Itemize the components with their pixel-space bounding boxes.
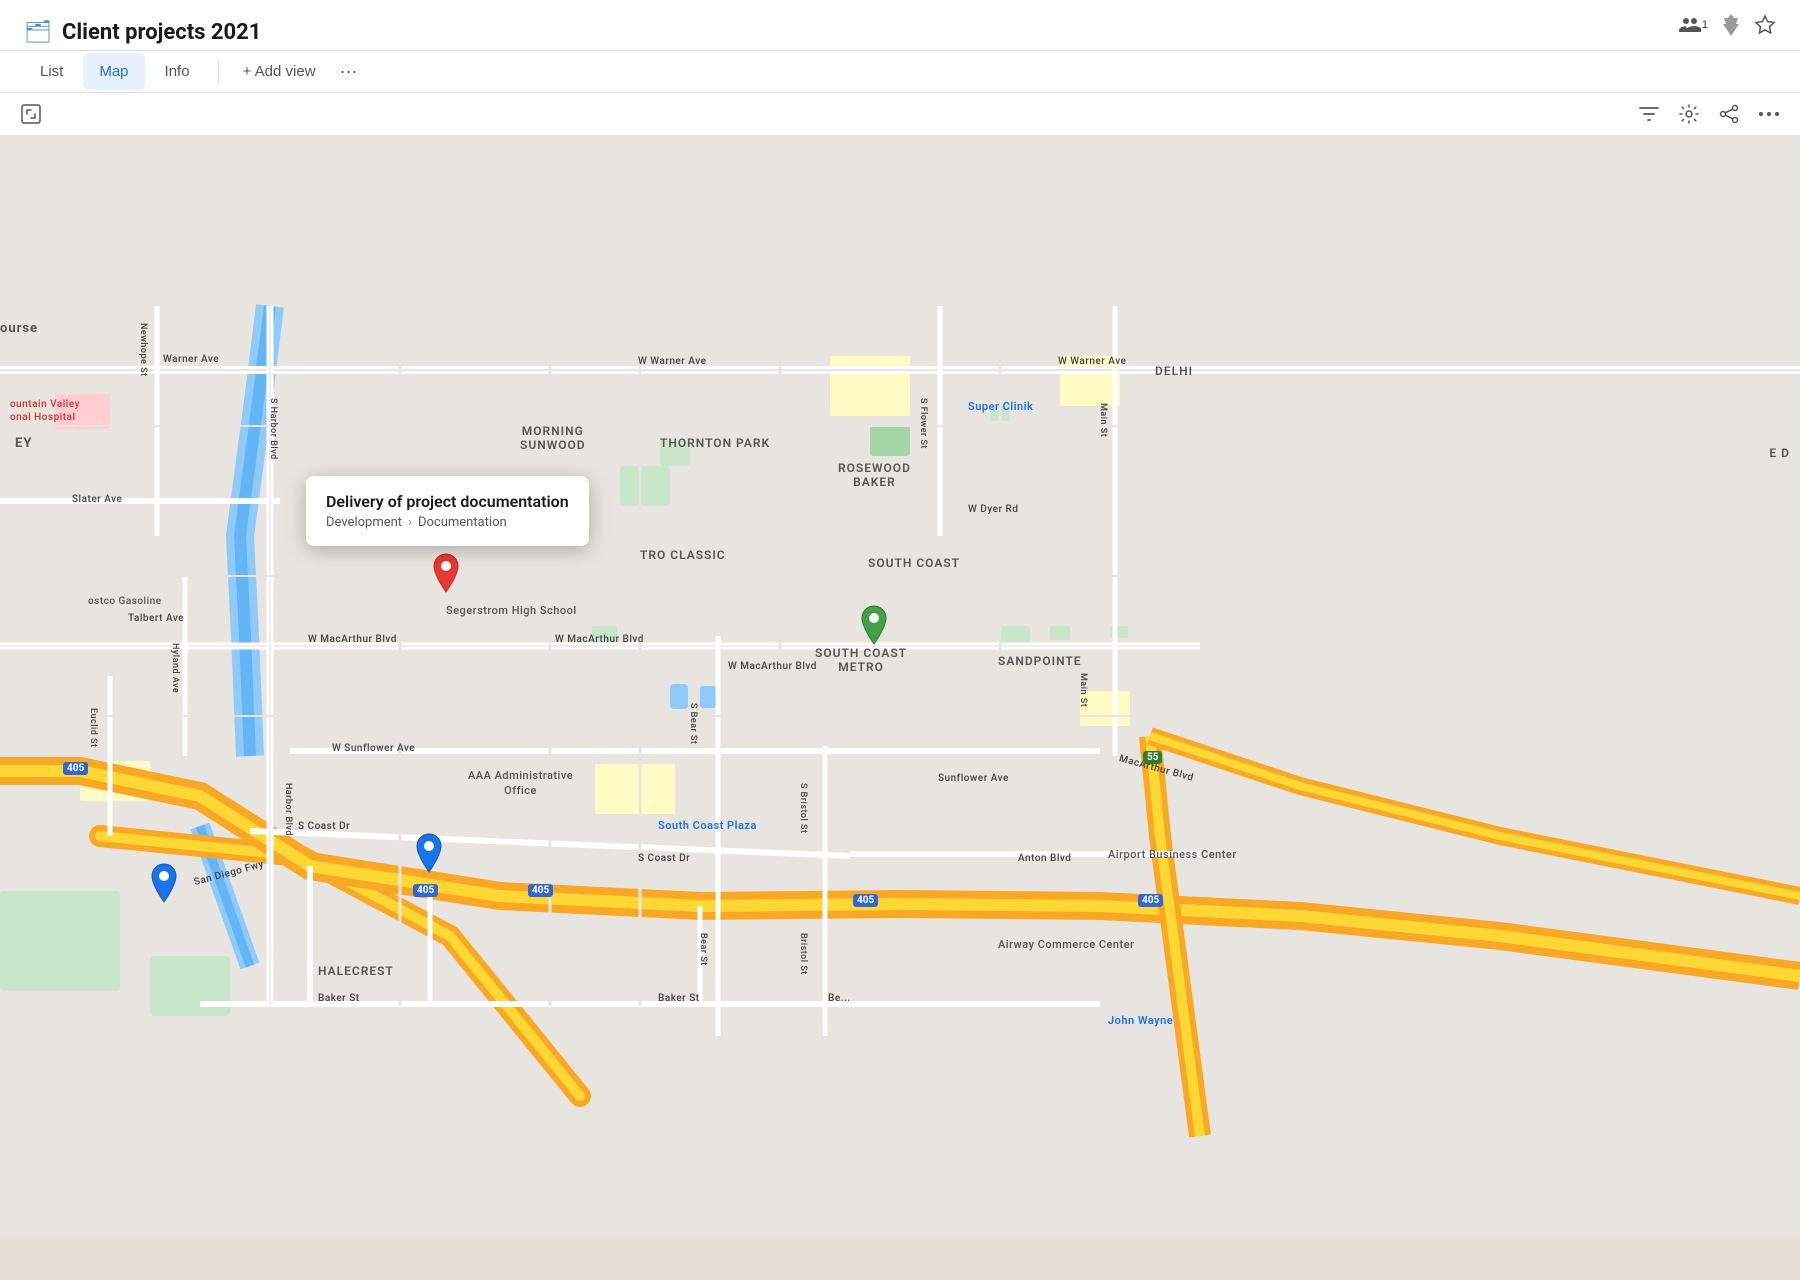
area-label-tro-classic: TRO CLASSIC bbox=[640, 548, 726, 562]
popup-chevron-icon: › bbox=[408, 515, 412, 530]
shield-405-3: 405 bbox=[528, 884, 553, 897]
area-label-ed: E D bbox=[1769, 446, 1790, 460]
map-container[interactable]: MORNINGSUNWOOD THORNTON PARK ROSEWOODBAK… bbox=[0, 136, 1800, 1280]
road-label-sunflower-ave: W Sunflower Ave bbox=[332, 743, 415, 754]
shield-405-5: 405 bbox=[1138, 894, 1163, 907]
tab-map[interactable]: Map bbox=[83, 53, 144, 90]
map-more-button[interactable] bbox=[1758, 111, 1780, 117]
road-label-s-bear-2: Bear St bbox=[698, 933, 708, 966]
share-button[interactable] bbox=[1718, 103, 1740, 125]
road-label-s-bear-1: S Bear St bbox=[688, 703, 698, 744]
header-right: 1 bbox=[1679, 14, 1776, 50]
label-airway: Airway Commerce Center bbox=[998, 938, 1135, 951]
star-button[interactable] bbox=[1754, 14, 1776, 36]
label-costco: ostco Gasoline bbox=[88, 596, 162, 607]
road-label-baker-2: Baker St bbox=[658, 993, 700, 1004]
marker-green[interactable] bbox=[858, 604, 890, 650]
marker-blue-1[interactable] bbox=[413, 832, 445, 878]
area-label-ourse: ourse bbox=[0, 321, 38, 336]
area-label-south-coast: SOUTH COAST bbox=[868, 556, 960, 570]
settings-button[interactable] bbox=[1678, 103, 1700, 125]
label-hospital: ountain Valleyonal Hospital bbox=[10, 398, 80, 424]
tab-divider bbox=[218, 60, 219, 84]
road-label-hyland: Hyland Ave bbox=[170, 643, 180, 693]
road-label-san-diego-fwy: San Diego Fwy bbox=[193, 859, 265, 888]
road-label-s-harbor-2: Harbor Blvd bbox=[283, 783, 293, 836]
label-south-coast-plaza: South Coast Plaza bbox=[658, 819, 757, 832]
label-aaa: AAA AdministrativeOffice bbox=[468, 768, 573, 799]
road-label-baker-3: Be... bbox=[828, 993, 851, 1004]
toolbar-right bbox=[1638, 103, 1780, 125]
marker-red[interactable] bbox=[430, 552, 462, 598]
road-label-main-1: Main St bbox=[1098, 403, 1108, 437]
popup-breadcrumb-part1: Development bbox=[326, 515, 402, 530]
road-label-bristol-2: Bristol St bbox=[798, 933, 808, 975]
road-label-w-warner-ave-2: W Warner Ave bbox=[1058, 356, 1126, 367]
road-label-slater: Slater Ave bbox=[72, 494, 122, 505]
popup-breadcrumb-part2: Documentation bbox=[418, 515, 507, 530]
toolbar-left bbox=[20, 103, 42, 125]
shield-405-2: 405 bbox=[413, 884, 438, 897]
pin-button[interactable] bbox=[1722, 14, 1740, 36]
road-label-s-coast-dr-2: S Coast Dr bbox=[638, 853, 690, 864]
road-label-anton: Anton Blvd bbox=[1018, 853, 1071, 864]
shield-405-4: 405 bbox=[853, 894, 878, 907]
area-label-south-coast-metro: SOUTH COASTMETRO bbox=[815, 646, 907, 674]
area-label-delhi: DELHI bbox=[1155, 364, 1193, 378]
area-label-rosewood-baker: ROSEWOODBAKER bbox=[838, 461, 911, 489]
area-label-sandpointe: SANDPOINTE bbox=[998, 654, 1082, 668]
shield-55: 55 bbox=[1143, 751, 1162, 764]
users-button[interactable]: 1 bbox=[1679, 16, 1708, 34]
tab-info[interactable]: Info bbox=[149, 53, 206, 90]
popup-title: Delivery of project documentation bbox=[326, 492, 569, 511]
tabs-more-button[interactable]: ··· bbox=[332, 51, 366, 92]
filter-button[interactable] bbox=[1638, 103, 1660, 125]
road-label-s-harbor-1: S Harbor Blvd bbox=[268, 398, 278, 460]
road-label-main-2: Main St bbox=[1078, 673, 1088, 707]
road-label-s-coast-dr-1: S Coast Dr bbox=[298, 821, 350, 832]
marker-blue-2[interactable] bbox=[148, 862, 180, 908]
nav-tabs: List Map Info + Add view ··· bbox=[0, 51, 1800, 93]
header-left: 🗂 Client projects 2021 bbox=[24, 20, 261, 45]
area-label-morning-sunwood: MORNINGSUNWOOD bbox=[520, 424, 586, 452]
label-john-wayne: John Wayne bbox=[1108, 1014, 1173, 1027]
road-label-w-macarthur-3: W MacArthur Blvd bbox=[728, 661, 817, 672]
road-label-s-flower: S Flower St bbox=[918, 398, 928, 449]
road-label-warner-ave-1: Warner Ave bbox=[163, 354, 219, 365]
users-count: 1 bbox=[1702, 19, 1708, 31]
label-segerstrom: Segerstrom High School bbox=[446, 604, 577, 617]
road-label-newhope: Newhope St bbox=[138, 323, 148, 377]
area-label-ey: EY bbox=[15, 436, 32, 451]
road-label-baker-1: Baker St bbox=[318, 993, 360, 1004]
area-label-halecrest: HALECREST bbox=[318, 964, 394, 978]
add-view-button[interactable]: + Add view bbox=[231, 53, 328, 90]
road-label-sunflower: Sunflower Ave bbox=[938, 773, 1009, 784]
label-super-clinik: Super Clinik bbox=[968, 400, 1033, 413]
expand-button[interactable] bbox=[20, 103, 42, 125]
road-label-w-warner-ave-1: W Warner Ave bbox=[638, 356, 706, 367]
popup-breadcrumb: Development › Documentation bbox=[326, 515, 569, 530]
road-label-w-macarthur-2: W MacArthur Blvd bbox=[555, 634, 644, 645]
project-title: Client projects 2021 bbox=[62, 20, 261, 45]
tab-list[interactable]: List bbox=[24, 53, 79, 90]
label-airport-biz: Airport Business Center bbox=[1108, 848, 1237, 861]
road-label-w-macarthur-1: W MacArthur Blvd bbox=[308, 634, 397, 645]
area-label-thornton-park: THORNTON PARK bbox=[660, 436, 770, 450]
road-label-talbert: Talbert Ave bbox=[128, 613, 184, 624]
road-label-s-bristol-1: S Bristol St bbox=[798, 783, 808, 833]
map-toolbar bbox=[0, 93, 1800, 136]
folder-icon: 🗂 bbox=[24, 20, 52, 45]
shield-405-1: 405 bbox=[63, 762, 88, 775]
road-label-w-dyer: W Dyer Rd bbox=[968, 504, 1018, 515]
map-popup[interactable]: Delivery of project documentation Develo… bbox=[306, 476, 589, 546]
app-header: 🗂 Client projects 2021 1 bbox=[0, 0, 1800, 51]
road-label-euclid: Euclid St bbox=[88, 708, 98, 748]
